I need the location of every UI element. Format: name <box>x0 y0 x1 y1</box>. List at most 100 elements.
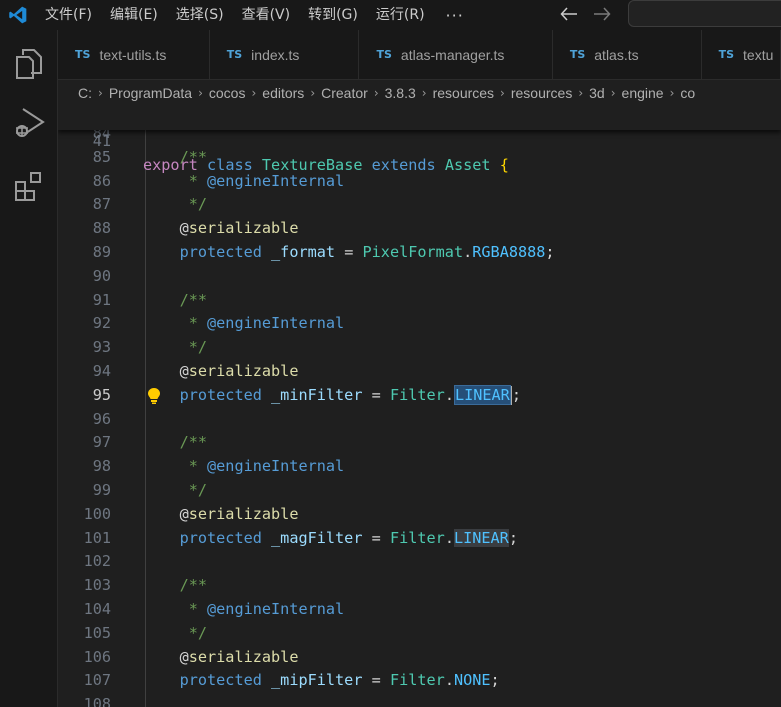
menu-item[interactable]: 运行(R) <box>367 0 434 30</box>
code-line[interactable]: 106 @serializable <box>58 646 781 670</box>
chevron-right-icon: › <box>421 86 427 100</box>
field-name: _mipFilter <box>271 671 363 690</box>
breadcrumb-item[interactable]: engine <box>622 85 664 101</box>
code-line[interactable]: 98 * @engineInternal <box>58 455 781 479</box>
menu-item[interactable]: 编辑(E) <box>101 0 167 30</box>
breadcrumb-item[interactable]: editors <box>262 85 304 101</box>
code-line[interactable]: 108 <box>58 693 781 707</box>
editor-tab[interactable]: TS index.ts <box>209 30 360 80</box>
code-line[interactable]: 99 */ <box>58 479 781 503</box>
forward-arrow-icon[interactable] <box>591 4 613 24</box>
editor-tab[interactable]: TS atlas.ts <box>552 30 702 80</box>
line-number: 107 <box>83 671 111 690</box>
comment: /** <box>179 576 208 595</box>
editor-tab[interactable]: TS atlas-manager.ts <box>359 30 553 80</box>
code-line[interactable]: 87 */ <box>58 193 781 217</box>
code-line[interactable]: 100 @serializable <box>58 503 781 527</box>
code-line[interactable]: 91 /** <box>58 289 781 313</box>
typescript-file-icon: TS <box>569 48 586 61</box>
comment: */ <box>179 338 208 357</box>
code-line[interactable]: 93 */ <box>58 336 781 360</box>
breadcrumb-item[interactable]: co <box>680 85 695 101</box>
sticky-scroll-header[interactable]: 41 export class TextureBase extends Asse… <box>58 106 781 174</box>
line-number: 96 <box>92 409 111 428</box>
decorator: serializable <box>188 647 299 666</box>
code-line[interactable]: 107 protected _mipFilter = Filter.NONE; <box>58 669 781 693</box>
comment: * <box>179 457 208 476</box>
code-line[interactable]: 101 protected _magFilter = Filter.LINEAR… <box>58 527 781 551</box>
menu-item[interactable]: 转到(G) <box>299 0 367 30</box>
code-line[interactable]: 90 <box>58 265 781 289</box>
line-number: 98 <box>92 457 111 476</box>
enum-member: NONE <box>453 671 491 690</box>
command-center-search[interactable] <box>628 0 781 27</box>
chevron-right-icon: › <box>373 86 379 100</box>
code-line[interactable]: 97 /** <box>58 431 781 455</box>
decorator: serializable <box>188 362 299 380</box>
keyword-extends: extends <box>371 155 436 174</box>
line-number: 100 <box>83 504 111 523</box>
chevron-right-icon: › <box>310 86 316 100</box>
code-line[interactable]: 88 @serializable <box>58 217 781 241</box>
menu-item[interactable]: 选择(S) <box>167 0 233 30</box>
breadcrumb-item[interactable]: resources <box>433 85 494 101</box>
code-line[interactable]: 96 <box>58 408 781 432</box>
menu-item[interactable]: 文件(F) <box>36 0 101 30</box>
breadcrumb-item[interactable]: 3d <box>589 85 605 101</box>
editor-tab[interactable]: TS textu <box>701 30 781 80</box>
line-number: 95 <box>92 385 111 404</box>
breadcrumb-item[interactable]: resources <box>511 85 572 101</box>
more-menu-icon[interactable]: ··· <box>434 6 476 25</box>
breadcrumb-item[interactable]: cocos <box>209 85 246 101</box>
code-line[interactable]: 95 protected _minFilter = Filter.LINEAR; <box>58 384 781 408</box>
vscode-logo-icon <box>0 0 36 30</box>
editor-tab-bar: TS text-utils.ts TS index.ts TS atlas-manager… <box>58 30 781 80</box>
jsdoc-tag: @engineInternal <box>207 600 345 618</box>
code-line[interactable]: 105 */ <box>58 622 781 646</box>
explorer-files-icon[interactable] <box>10 45 48 83</box>
keyword-protected: protected <box>179 385 262 404</box>
line-number: 99 <box>92 481 111 499</box>
chevron-right-icon: › <box>500 86 505 100</box>
code-line[interactable]: 94 @serializable <box>58 360 781 384</box>
breadcrumb-item[interactable]: 3.8.3 <box>385 85 416 101</box>
comment: /** <box>179 433 208 452</box>
code-line[interactable]: 92 * @engineInternal <box>58 312 781 336</box>
line-number: 103 <box>83 576 111 595</box>
typescript-file-icon: TS <box>376 48 392 61</box>
code-line[interactable]: 89 protected _format = PixelFormat.RGBA8… <box>58 241 781 265</box>
chevron-right-icon: › <box>98 86 103 100</box>
enum-member: LINEAR <box>453 528 509 547</box>
comment: /** <box>179 290 208 309</box>
extensions-icon[interactable] <box>10 166 48 204</box>
code-line[interactable]: 104 * @engineInternal <box>58 598 781 622</box>
code-line[interactable]: 103 /** <box>58 574 781 598</box>
comment: */ <box>179 623 208 642</box>
line-number: 106 <box>83 647 111 666</box>
line-number: 101 <box>83 528 111 547</box>
comment: * <box>179 600 208 618</box>
menu-item[interactable]: 查看(V) <box>233 0 300 30</box>
breadcrumb-item[interactable]: ProgramData <box>109 85 192 101</box>
editor-tab[interactable]: TS text-utils.ts <box>58 30 210 80</box>
field-name: _format <box>271 243 336 261</box>
run-debug-icon[interactable] <box>10 104 48 142</box>
typescript-file-icon: TS <box>75 48 91 61</box>
class-name: TextureBase <box>261 155 363 174</box>
keyword-protected: protected <box>179 528 262 547</box>
back-arrow-icon[interactable] <box>558 4 580 24</box>
line-number: 90 <box>92 266 111 285</box>
enum-member: LINEAR <box>453 384 511 405</box>
code-line[interactable]: 102 <box>58 550 781 574</box>
chevron-right-icon: › <box>198 86 203 100</box>
open-brace: { <box>499 155 509 174</box>
code-editor[interactable]: 41 export class TextureBase extends Asse… <box>58 106 781 707</box>
typescript-file-icon: TS <box>718 48 735 61</box>
chevron-right-icon: › <box>251 86 257 100</box>
lightbulb-icon[interactable] <box>146 387 162 405</box>
breadcrumb-item[interactable]: Creator <box>321 85 368 101</box>
chevron-right-icon: › <box>610 86 616 100</box>
menu-bar: 文件(F) 编辑(E) 选择(S) 查看(V) 转到(G) 运行(R) ··· <box>36 0 476 30</box>
base-class-name: Asset <box>444 155 491 174</box>
breadcrumb-item[interactable]: C: <box>78 85 92 101</box>
